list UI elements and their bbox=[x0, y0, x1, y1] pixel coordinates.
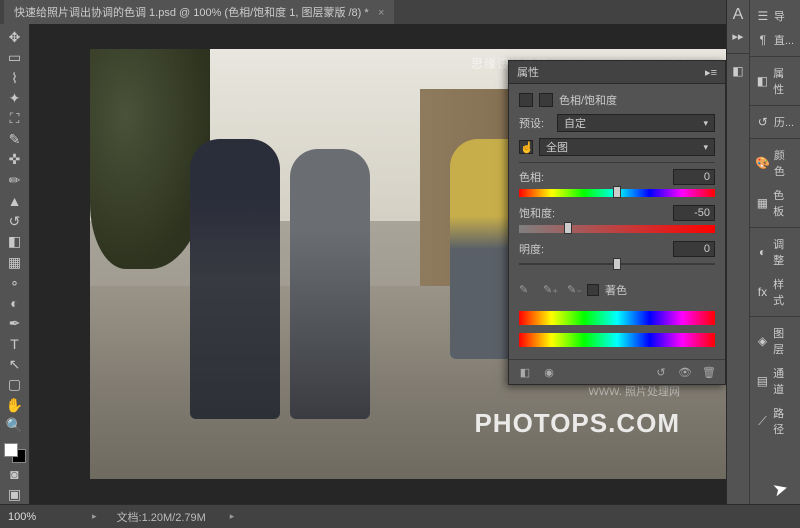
trash-icon[interactable]: 🗑 bbox=[701, 364, 717, 380]
document-tab[interactable]: 快速给照片调出协调的色调 1.psd @ 100% (色相/饱和度 1, 图层蒙… bbox=[4, 0, 394, 24]
eraser-tool[interactable]: ◧ bbox=[4, 232, 26, 250]
saturation-slider[interactable] bbox=[519, 223, 715, 233]
panel-tab-bar: 属性 ▸≡ bbox=[509, 61, 725, 84]
reset-icon[interactable]: ↺ bbox=[653, 364, 669, 380]
dock-props[interactable]: ◧属性 bbox=[750, 61, 800, 101]
preset-select[interactable]: 自定▾ bbox=[557, 114, 715, 132]
dock-history[interactable]: ↺历... bbox=[750, 110, 800, 134]
lightness-label: 明度: bbox=[519, 241, 551, 257]
lightness-slider[interactable] bbox=[519, 259, 715, 269]
dock-adjust[interactable]: ◐调整 bbox=[750, 232, 800, 272]
adjustment-title: 色相/饱和度 bbox=[559, 92, 617, 108]
preset-label: 预设: bbox=[519, 115, 551, 131]
eyedropper-sub-icon[interactable]: ✎₋ bbox=[567, 283, 581, 297]
panel-tab[interactable]: 属性 bbox=[517, 64, 539, 80]
hue-slider[interactable] bbox=[519, 187, 715, 197]
document-tab-bar: 快速给照片调出协调的色调 1.psd @ 100% (色相/饱和度 1, 图层蒙… bbox=[0, 0, 800, 24]
collapse-icon[interactable]: ▸▸ bbox=[732, 30, 743, 43]
blur-tool[interactable]: ∘ bbox=[4, 273, 26, 291]
watermark-mid: WWW. 照片处理网 bbox=[588, 383, 680, 399]
dock-styles[interactable]: fx样式 bbox=[750, 272, 800, 312]
panel-menu-icon[interactable]: ▸≡ bbox=[705, 66, 717, 79]
eyedropper-icon[interactable]: ✎ bbox=[519, 283, 533, 297]
dock-color[interactable]: 🎨颜色 bbox=[750, 143, 800, 183]
watermark-big: PHOTOPS.COM bbox=[474, 408, 680, 439]
pen-tool[interactable]: ✒ bbox=[4, 314, 26, 332]
shape-tool[interactable]: ▢ bbox=[4, 375, 26, 393]
hand-tool[interactable]: ✋ bbox=[4, 396, 26, 414]
dock-channels[interactable]: ▤通道 bbox=[750, 361, 800, 401]
properties-panel: 属性 ▸≡ 色相/饱和度 预设: 自定▾ ☝ 全图▾ 色相: 0 bbox=[508, 60, 726, 385]
marquee-tool[interactable]: ▭ bbox=[4, 48, 26, 66]
colorize-checkbox[interactable] bbox=[587, 284, 599, 296]
dock-char[interactable]: ☰导 bbox=[750, 4, 800, 28]
eyedropper-tool[interactable]: ✎ bbox=[4, 130, 26, 148]
screenmode-tool[interactable]: ▣ bbox=[4, 485, 26, 503]
properties-dock-icon[interactable]: ◧ bbox=[731, 64, 745, 78]
tab-title: 快速给照片调出协调的色调 1.psd @ 100% (色相/饱和度 1, 图层蒙… bbox=[14, 7, 369, 19]
history-brush-tool[interactable]: ↺ bbox=[4, 212, 26, 230]
dodge-tool[interactable]: ◐ bbox=[4, 294, 26, 312]
view-prev-icon[interactable]: ◉ bbox=[541, 364, 557, 380]
mask-icon bbox=[539, 93, 553, 107]
path-tool[interactable]: ↖ bbox=[4, 355, 26, 373]
clip-icon[interactable]: ◧ bbox=[517, 364, 533, 380]
stamp-tool[interactable]: ▲ bbox=[4, 192, 26, 210]
wand-tool[interactable]: ✦ bbox=[4, 89, 26, 107]
quickmask-tool[interactable]: ◙ bbox=[4, 465, 26, 483]
crop-tool[interactable]: ⛶ bbox=[4, 110, 26, 128]
dock-para[interactable]: ¶直... bbox=[750, 28, 800, 52]
lightness-value[interactable]: 0 bbox=[673, 241, 715, 257]
hue-range-bar[interactable] bbox=[519, 311, 715, 325]
saturation-value[interactable]: -50 bbox=[673, 205, 715, 221]
hue-range-bar-2[interactable] bbox=[519, 333, 715, 347]
brush-tool[interactable]: ✏ bbox=[4, 171, 26, 189]
gradient-tool[interactable]: ▦ bbox=[4, 253, 26, 271]
hue-value[interactable]: 0 bbox=[673, 169, 715, 185]
zoom-level[interactable]: 100% bbox=[8, 511, 68, 523]
target-icon[interactable]: ☝ bbox=[519, 140, 533, 154]
document-info[interactable]: 文档:1.20M/2.79M bbox=[117, 509, 206, 525]
foreground-color[interactable] bbox=[4, 443, 18, 457]
dock-swatch[interactable]: ▦色板 bbox=[750, 183, 800, 223]
dock-layers[interactable]: ◈图层 bbox=[750, 321, 800, 361]
status-bar: 100% ▸ 文档:1.20M/2.79M ▸ bbox=[0, 504, 800, 528]
heal-tool[interactable]: ✜ bbox=[4, 151, 26, 169]
info-caret-icon[interactable]: ▸ bbox=[230, 511, 235, 522]
eyedropper-add-icon[interactable]: ✎₊ bbox=[543, 283, 557, 297]
zoom-tool[interactable]: 🔍 bbox=[4, 416, 26, 434]
right-dock: A ▸▸ ◧ ☰导 ¶直... ◧属性 ↺历... 🎨颜色 ▦色板 ◐调整 fx… bbox=[726, 0, 800, 504]
panel-footer: ◧ ◉ ↺ 👁 🗑 bbox=[509, 359, 725, 384]
lasso-tool[interactable]: ⌇ bbox=[4, 69, 26, 87]
hue-label: 色相: bbox=[519, 169, 551, 185]
dock-paths[interactable]: ⟋路径 bbox=[750, 401, 800, 441]
tools-panel: ✥ ▭ ⌇ ✦ ⛶ ✎ ✜ ✏ ▲ ↺ ◧ ▦ ∘ ◐ ✒ T ↖ ▢ ✋ 🔍 … bbox=[0, 24, 30, 504]
close-icon[interactable]: × bbox=[378, 7, 384, 19]
adjustment-icon bbox=[519, 93, 533, 107]
range-select[interactable]: 全图▾ bbox=[539, 138, 715, 156]
type-tool[interactable]: T bbox=[4, 335, 26, 353]
type-panel-icon[interactable]: A bbox=[733, 6, 744, 24]
colorize-label: 著色 bbox=[605, 282, 627, 298]
color-swatches[interactable] bbox=[4, 443, 26, 463]
move-tool[interactable]: ✥ bbox=[4, 28, 26, 46]
zoom-caret-icon[interactable]: ▸ bbox=[92, 511, 97, 522]
saturation-label: 饱和度: bbox=[519, 205, 555, 221]
visibility-icon[interactable]: 👁 bbox=[677, 364, 693, 380]
